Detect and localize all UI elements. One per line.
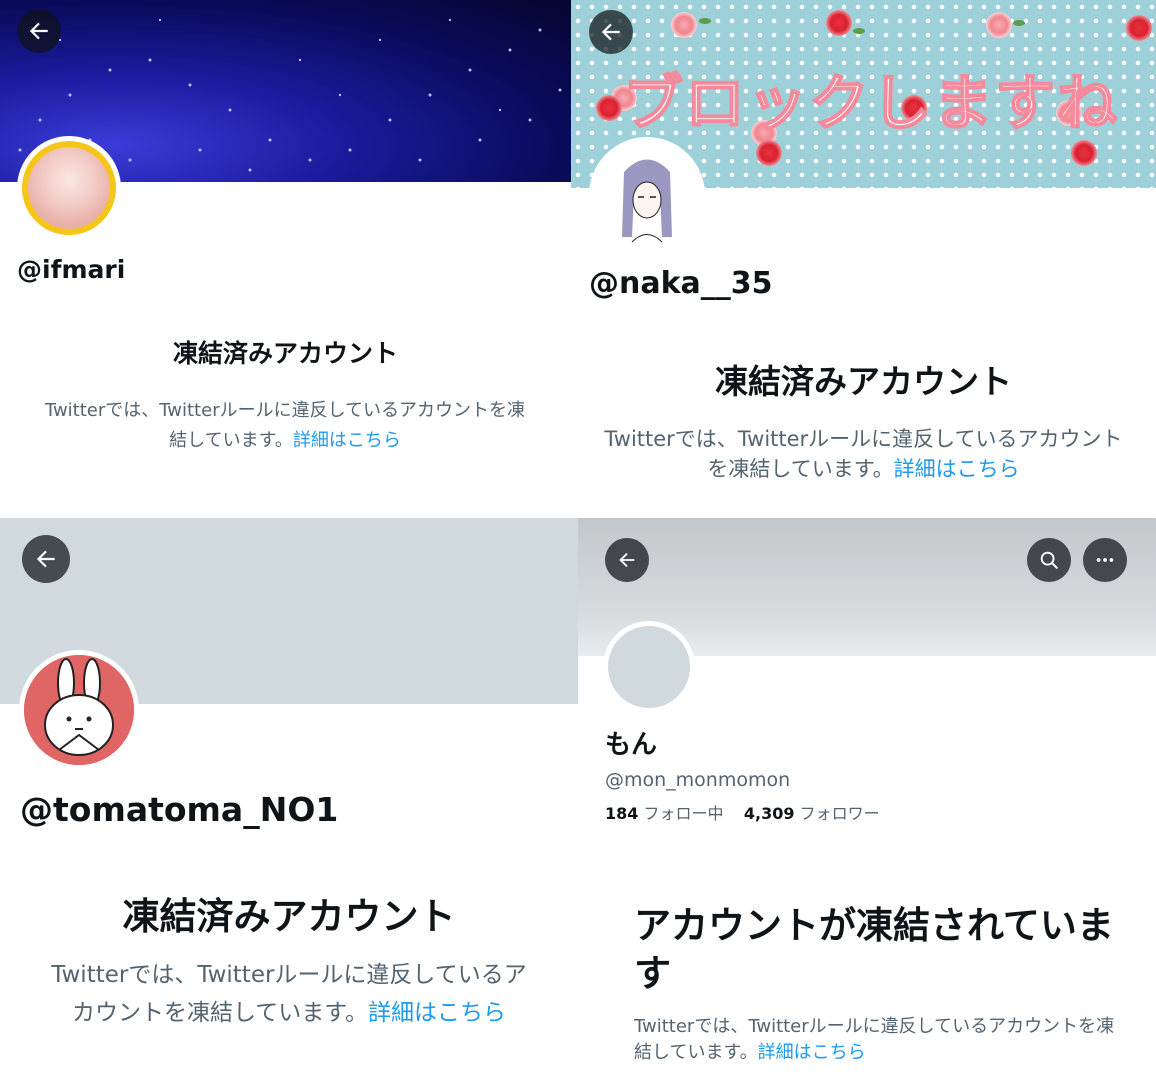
display-name: もん bbox=[605, 730, 658, 760]
search-icon bbox=[1040, 551, 1058, 569]
back-button[interactable] bbox=[22, 535, 70, 583]
followers-link[interactable]: 4,309 フォロワー bbox=[744, 804, 880, 823]
suspended-description: Twitterでは、Twitterルールに違反しているアカウントを凍結しています… bbox=[634, 1014, 1119, 1066]
suspended-description-text: Twitterでは、Twitterルールに違反しているアカウントを凍結しています… bbox=[604, 427, 1123, 481]
profile-panel-mon: もん @mon_monmomon 184 フォロー中 4,309 フォロワー ア… bbox=[578, 518, 1156, 1080]
banner-text: ブロックしますね bbox=[622, 68, 1119, 140]
profile-handle: @ifmari bbox=[17, 255, 126, 284]
avatar[interactable] bbox=[603, 621, 695, 713]
suspended-title: 凍結済みアカウント bbox=[715, 362, 1012, 401]
avatar[interactable] bbox=[19, 650, 139, 770]
leaf-decoration bbox=[1013, 20, 1025, 26]
leaf-decoration bbox=[699, 18, 711, 24]
suspended-description: Twitterでは、Twitterルールに違反しているアカウントを凍結しています… bbox=[40, 956, 538, 1032]
rose-decoration bbox=[756, 140, 782, 166]
avatar[interactable] bbox=[17, 136, 121, 240]
learn-more-link[interactable]: 詳細はこちら bbox=[758, 1042, 866, 1063]
back-button[interactable] bbox=[17, 9, 61, 53]
rose-decoration bbox=[671, 12, 697, 38]
avatar[interactable] bbox=[589, 137, 705, 253]
following-count: 184 bbox=[605, 804, 639, 823]
back-arrow-icon bbox=[29, 22, 48, 40]
search-button[interactable] bbox=[1027, 538, 1071, 582]
profile-panel-naka: ブロックしますね @naka__35 凍結済みアカウント Twitterでは、T… bbox=[571, 0, 1156, 518]
rose-decoration bbox=[986, 12, 1012, 38]
suspended-description: Twitterでは、Twitterルールに違反しているアカウントを凍結しています… bbox=[601, 424, 1126, 484]
rose-decoration bbox=[826, 10, 852, 36]
following-label: フォロー中 bbox=[643, 804, 724, 823]
back-button[interactable] bbox=[605, 538, 649, 582]
profile-handle: @naka__35 bbox=[589, 266, 773, 301]
follow-stats: 184 フォロー中 4,309 フォロワー bbox=[605, 800, 880, 824]
back-button[interactable] bbox=[589, 10, 633, 54]
profile-handle: @mon_monmomon bbox=[605, 769, 791, 791]
more-icon bbox=[1096, 558, 1114, 562]
rose-decoration bbox=[1126, 15, 1152, 41]
back-arrow-icon bbox=[619, 552, 635, 568]
profile-panel-tomatoma: @tomatoma_NO1 凍結済みアカウント Twitterでは、Twitte… bbox=[0, 518, 578, 1080]
following-link[interactable]: 184 フォロー中 bbox=[605, 804, 724, 823]
followers-label: フォロワー bbox=[799, 804, 880, 823]
profile-handle: @tomatoma_NO1 bbox=[20, 790, 339, 829]
suspended-title: アカウントが凍結されています bbox=[634, 904, 1114, 995]
suspended-title: 凍結済みアカウント bbox=[172, 339, 398, 368]
avatar-image bbox=[594, 142, 700, 248]
suspended-description-text: Twitterでは、Twitterルールに違反しているアカウントを凍結しています… bbox=[44, 400, 526, 451]
back-arrow-icon bbox=[36, 550, 55, 568]
avatar-image bbox=[28, 147, 110, 229]
leaf-decoration bbox=[853, 28, 865, 34]
more-button[interactable] bbox=[1083, 538, 1127, 582]
rose-decoration bbox=[1071, 140, 1097, 166]
learn-more-link[interactable]: 詳細はこちら bbox=[293, 430, 401, 451]
profile-panel-ifmari: @ifmari 凍結済みアカウント Twitterでは、Twitterルールに違… bbox=[0, 0, 571, 518]
followers-count: 4,309 bbox=[743, 804, 795, 823]
learn-more-link[interactable]: 詳細はこちら bbox=[368, 1000, 506, 1026]
suspended-description: Twitterでは、Twitterルールに違反しているアカウントを凍結しています… bbox=[40, 396, 530, 456]
suspended-title: 凍結済みアカウント bbox=[122, 895, 456, 938]
suspended-description-text: Twitterでは、Twitterルールに違反しているアカウントを凍結しています… bbox=[634, 1016, 1115, 1063]
avatar-image bbox=[24, 655, 134, 765]
back-arrow-icon bbox=[601, 23, 620, 41]
learn-more-link[interactable]: 詳細はこちら bbox=[894, 457, 1020, 481]
